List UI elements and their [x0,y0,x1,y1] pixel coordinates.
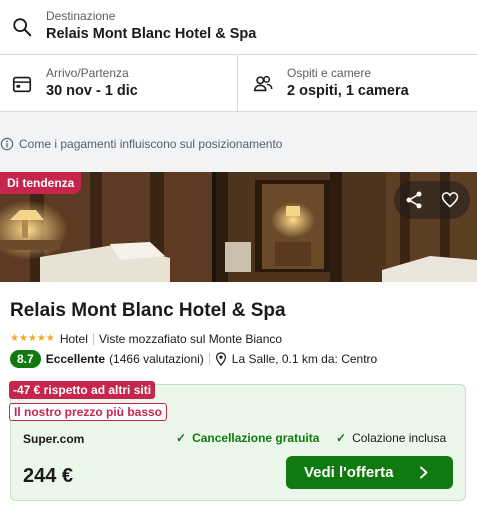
breakfast-included: ✓ Colazione inclusa [336,431,446,445]
hotel-type: Hotel [59,332,88,346]
star-rating: ★ ★ ★ ★ ★ [10,334,55,344]
destination-value: Relais Mont Blanc Hotel & Spa [46,26,257,42]
divider [208,353,210,365]
payment-info-text: Come i pagamenti influiscono sul posizio… [19,137,283,151]
heart-icon[interactable] [440,190,460,210]
calendar-icon [12,76,32,93]
price: 244 € [23,465,74,487]
trending-badge: Di tendenza [0,172,82,194]
discount-badge: -47 € rispetto ad altri siti [9,381,156,399]
photo-actions [394,181,470,219]
star-icon: ★ [18,333,28,344]
divider [92,333,94,345]
lowest-price-badge: Il nostro prezzo più basso [9,403,168,421]
provider-name: Super.com [23,432,85,446]
hotel-highlight: Viste mozzafiato sul Monte Bianco [98,332,283,346]
score-badge: 8.7 [10,350,41,368]
share-icon[interactable] [404,190,424,210]
search-panel: Destinazione Relais Mont Blanc Hotel & S… [0,0,477,112]
check-icon: ✓ [336,431,347,445]
destination-field[interactable]: Destinazione Relais Mont Blanc Hotel & S… [0,0,477,55]
guests-label: Ospiti e camere [287,66,372,80]
hotel-name[interactable]: Relais Mont Blanc Hotel & Spa [10,300,286,322]
info-icon [0,137,14,151]
free-cancellation: ✓ Cancellazione gratuita [176,431,319,445]
review-count[interactable]: (1466 valutazioni) [109,352,204,366]
guests-icon [253,75,273,92]
dates-label: Arrivo/Partenza [46,66,129,80]
location-pin-icon [215,352,226,366]
star-icon: ★ [45,333,55,344]
dates-field[interactable]: Arrivo/Partenza 30 nov - 1 dic [0,55,238,112]
feature-text: Cancellazione gratuita [192,431,320,445]
dates-value: 30 nov - 1 dic [46,83,138,99]
star-icon: ★ [27,333,37,344]
view-offer-button[interactable]: Vedi l'offerta [286,456,453,489]
feature-text: Colazione inclusa [352,431,447,445]
rating-word: Eccellente [45,352,106,366]
view-offer-label: Vedi l'offerta [304,464,394,481]
star-icon: ★ [10,333,19,344]
rating-row: 8.7 Eccellente (1466 valutazioni) La Sal… [10,350,377,368]
guests-field[interactable]: Ospiti e camere 2 ospiti, 1 camera [239,55,477,112]
hotel-location[interactable]: La Salle, 0.1 km da: Centro [232,352,377,366]
payment-ranking-info[interactable]: Come i pagamenti influiscono sul posizio… [0,135,282,153]
hotel-meta: ★ ★ ★ ★ ★ Hotel Viste mozzafiato sul Mon… [10,331,282,347]
star-icon: ★ [36,333,46,344]
destination-label: Destinazione [46,9,116,23]
search-icon [13,18,32,37]
guests-value: 2 ospiti, 1 camera [287,83,409,99]
check-icon: ✓ [176,431,187,445]
chevron-right-icon [420,466,428,479]
